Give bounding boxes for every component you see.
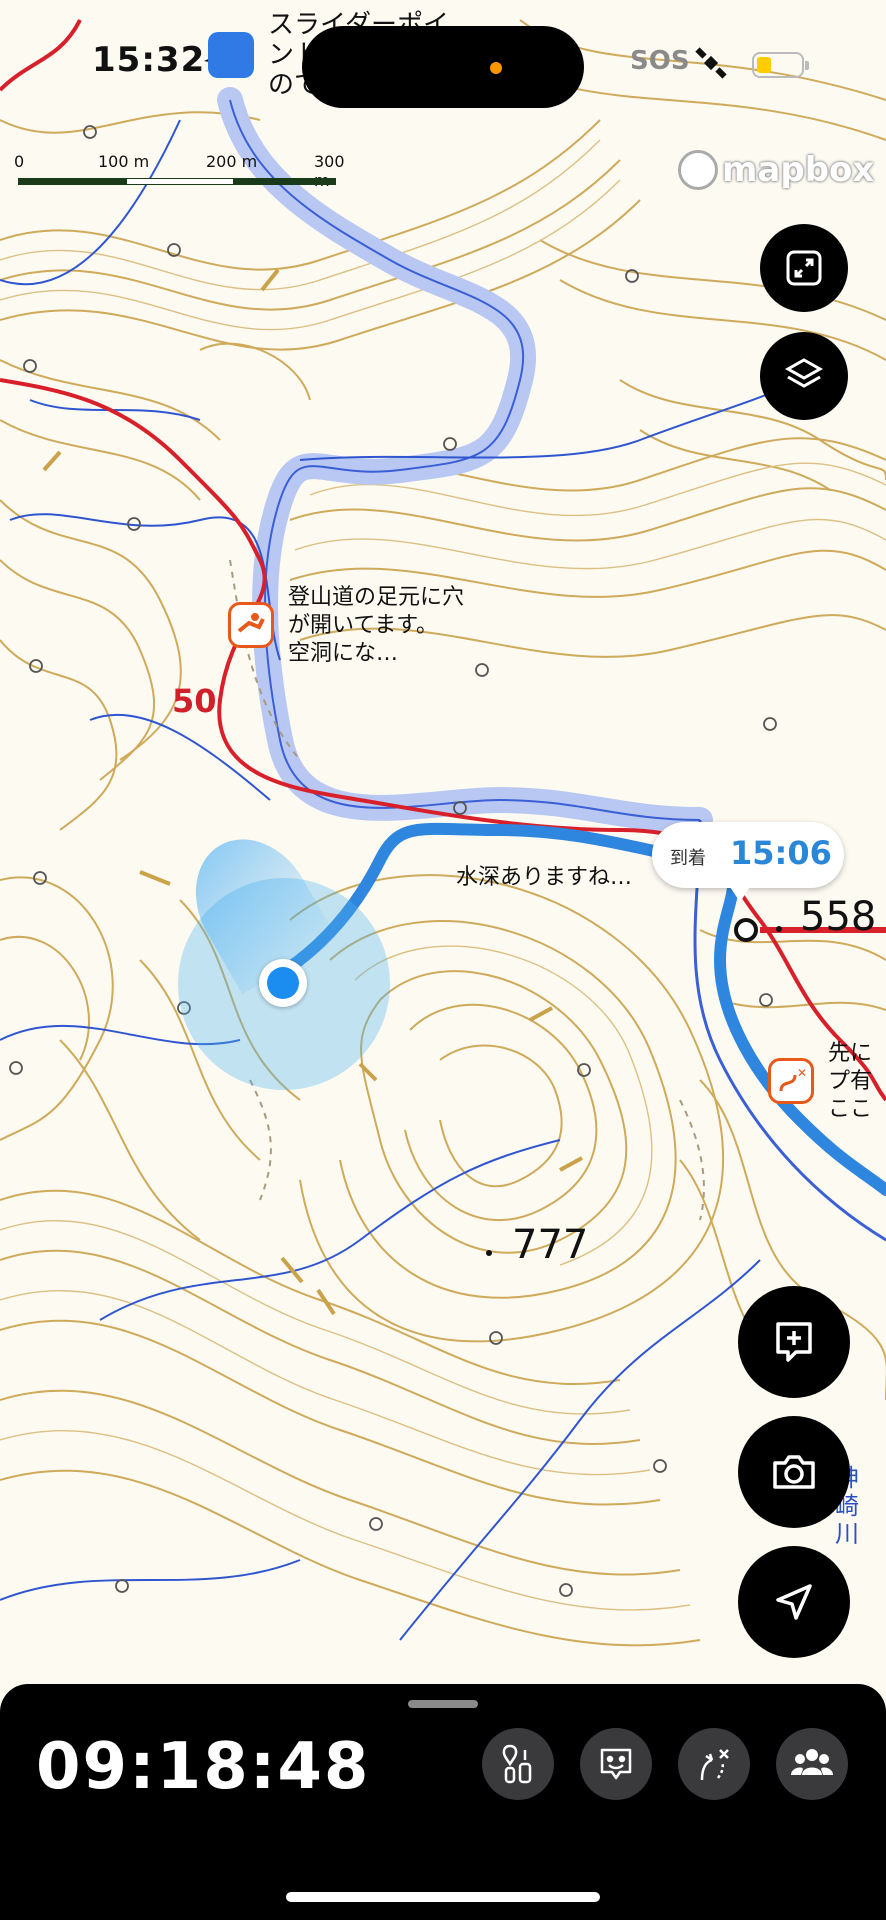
camera-button[interactable] [738,1416,850,1528]
scale-bar-segment [18,178,126,185]
status-time: 15:32 [92,40,206,80]
arrival-callout[interactable]: 到着 15:06 [652,822,844,888]
fullscreen-icon [786,250,822,286]
poi-note-water[interactable]: 水深ありますね… [456,864,632,892]
poi-note-route[interactable]: 先に プ有 ここ [828,1040,872,1124]
face-icon [600,1748,632,1780]
app-notification-icon[interactable] [208,32,254,78]
hazard-poi-icon[interactable] [228,602,274,648]
pins-icon [502,1744,532,1784]
scale-bar-segment [126,178,234,185]
current-location-dot [259,959,307,1007]
locate-icon [776,1584,812,1620]
battery-icon [752,52,809,78]
face-button[interactable] [580,1728,652,1800]
route-button[interactable] [678,1728,750,1800]
route-number: 50 [172,682,217,720]
panel-grabber[interactable] [408,1700,478,1708]
scale-label: 100 m [98,152,150,171]
home-indicator[interactable] [286,1892,600,1902]
elevation-dot [486,1250,492,1256]
arrival-label: 到着 [670,848,706,869]
group-button[interactable] [776,1728,848,1800]
camera-icon [773,1455,815,1489]
svg-text:✕: ✕ [797,1066,807,1080]
elapsed-time: 09:18:48 [36,1730,371,1804]
fullscreen-button[interactable] [760,224,848,312]
arrival-callout-pointer [728,884,752,902]
elevation-label: 777 [512,1222,589,1268]
add-note-button[interactable] [738,1286,850,1398]
poi-note-hazard[interactable]: 登山道の足元に穴 が開いてます。 空洞にな… [288,584,464,668]
elevation-label: 558 [800,894,877,940]
layers-button[interactable] [760,332,848,420]
group-icon [791,1749,833,1775]
scale-bar-segment [234,178,336,185]
satellite-icon [694,46,728,84]
layers-icon [784,358,824,388]
pins-button[interactable] [482,1728,554,1800]
scale-label: 200 m [206,152,258,171]
elevation-dot [776,926,782,932]
arrival-time: 15:06 [730,834,832,872]
mapbox-icon [678,150,718,190]
scale-bar: 0 100 m 200 m 300 m [14,152,345,192]
sos-indicator: SOS [630,46,690,76]
dynamic-island [302,26,584,108]
mapbox-logo[interactable]: mapbox [678,150,874,190]
mapbox-text: mapbox [722,150,875,190]
locate-button[interactable] [738,1546,850,1658]
recording-dot-icon [490,62,502,74]
scale-label: 0 [14,152,25,171]
route-poi-icon[interactable]: ✕ [768,1058,814,1104]
route-icon [700,1749,729,1781]
add-note-icon [776,1322,812,1362]
waypoint-marker[interactable] [734,918,758,942]
